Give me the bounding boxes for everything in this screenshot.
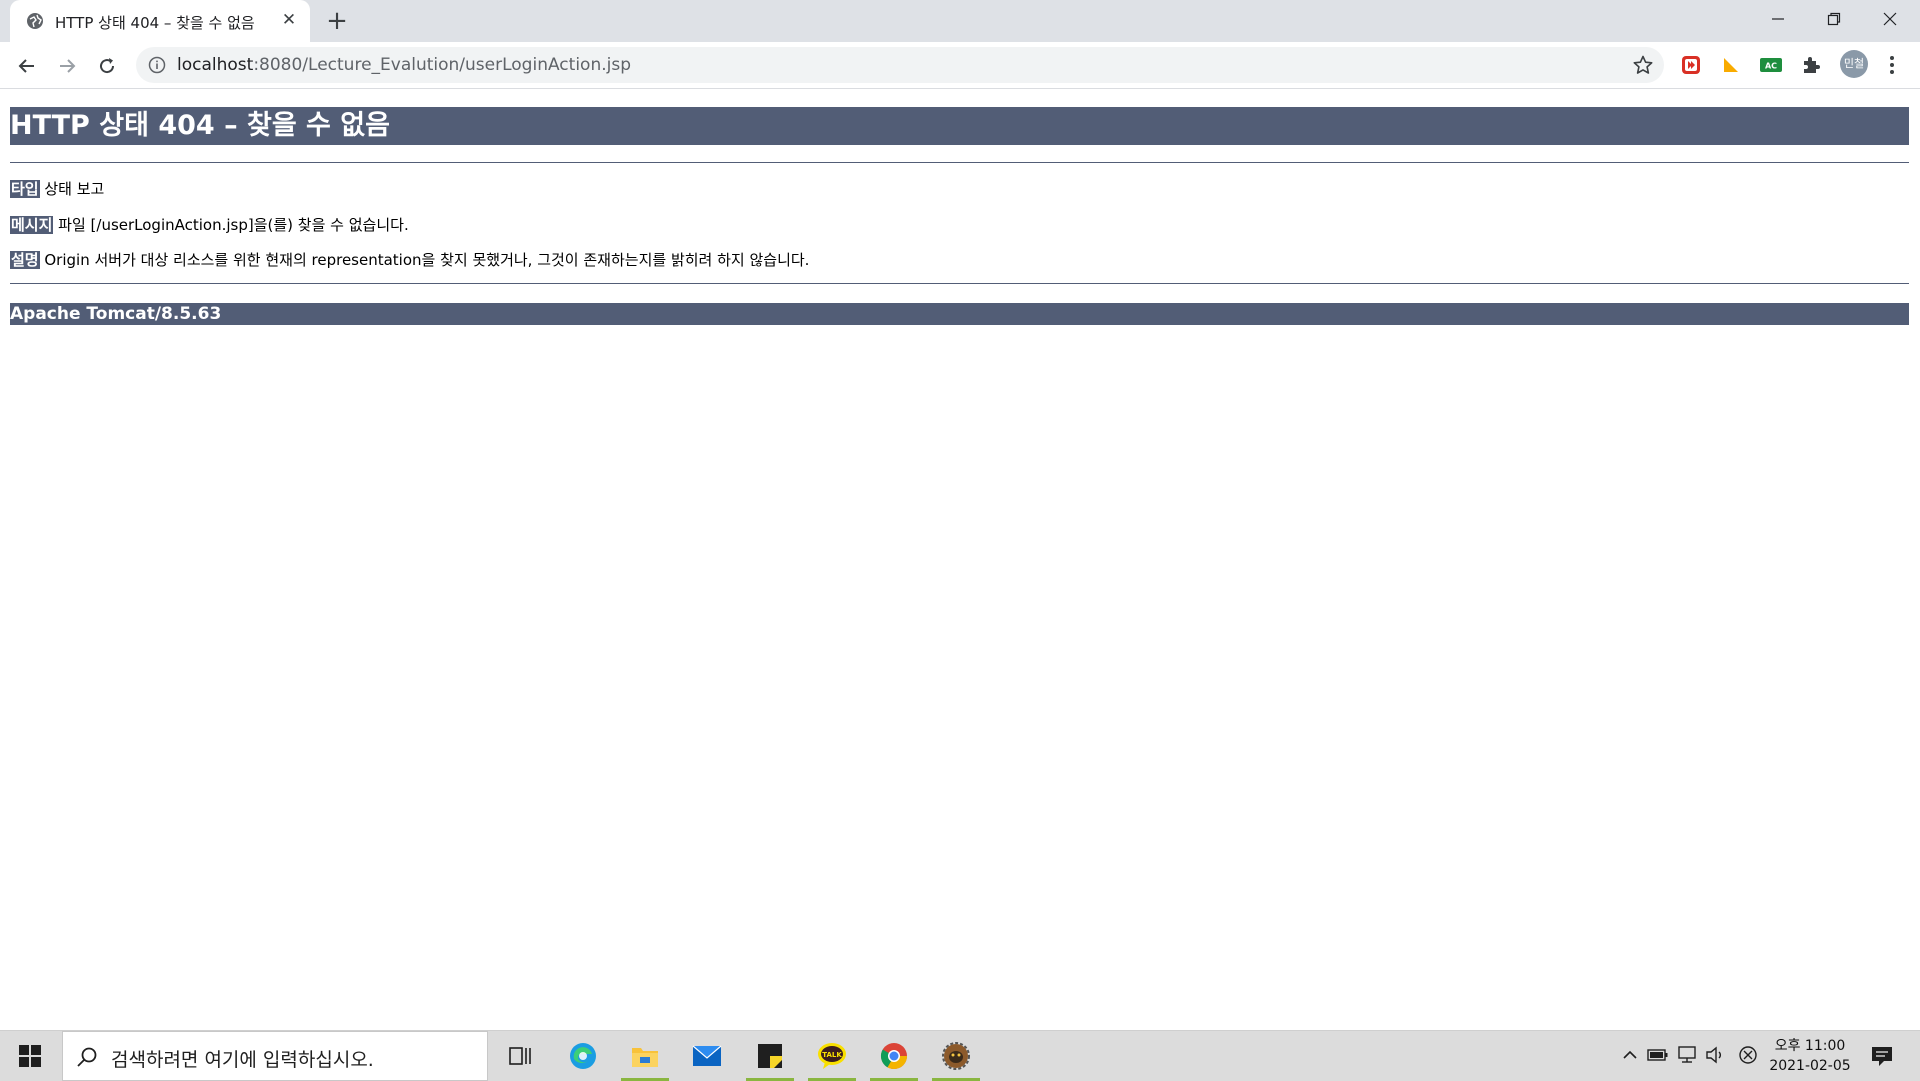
arrow-left-icon [18,59,34,73]
taskbar-search[interactable]: 검색하려면 여기에 입력하십시오. [62,1031,488,1081]
extension-red-icon[interactable] [1680,54,1702,76]
type-value: 상태 보고 [39,180,105,198]
arrow-right-icon [60,59,76,73]
volume-icon[interactable] [1704,1043,1728,1067]
chevron-up-icon[interactable] [1618,1043,1642,1067]
message-value: 파일 [/userLoginAction.jsp]을(를) 찾을 수 없습니다. [53,216,409,234]
browser-tab-bar: HTTP 상태 404 – 찾을 수 없음 ✕ + [0,0,1920,42]
description-label: 설명 [10,251,40,269]
taskbar: 검색하려면 여기에 입력하십시오. TALK 오후 11:00 2021-02-… [0,1030,1920,1081]
close-window-icon [1883,12,1897,26]
address-bar[interactable]: localhost:8080/Lecture_Evalution/userLog… [136,47,1664,83]
info-icon[interactable] [148,56,166,74]
url-host: localhost [177,55,254,75]
bookmark-star-icon[interactable] [1632,54,1654,76]
new-tab-button[interactable]: + [323,8,351,36]
svg-text:TALK: TALK [822,1051,842,1059]
search-placeholder: 검색하려면 여기에 입력하십시오. [111,1049,374,1071]
message-row: 메시지 파일 [/userLoginAction.jsp]을(를) 찾을 수 없… [10,214,409,235]
taskbar-mail[interactable] [680,1031,734,1081]
browser-tab-active[interactable]: HTTP 상태 404 – 찾을 수 없음 ✕ [10,0,310,42]
system-clock[interactable]: 오후 11:00 2021-02-05 [1758,1036,1862,1076]
task-view-icon [509,1047,531,1065]
browser-toolbar: localhost:8080/Lecture_Evalution/userLog… [0,42,1920,89]
tomcat-icon [942,1042,970,1070]
forward-button[interactable] [52,51,82,81]
divider [10,162,1909,163]
windows-logo-icon [19,1045,41,1067]
error-page: HTTP 상태 404 – 찾을 수 없음 타입 상태 보고 메시지 파일 [/… [10,107,1909,325]
clock-time: 오후 11:00 [1774,1038,1846,1054]
task-view-button[interactable] [493,1031,547,1081]
restore-icon [1827,12,1841,26]
type-row: 타입 상태 보고 [10,178,104,199]
taskbar-chrome[interactable] [867,1031,921,1081]
kakaotalk-icon: TALK [818,1043,846,1069]
reload-button[interactable] [92,51,122,81]
url-path: :8080/Lecture_Evalution/userLoginAction.… [253,55,631,75]
sticky-note-icon [758,1044,782,1068]
description-row: 설명 Origin 서버가 대상 리소스를 위한 현재의 representat… [10,249,809,270]
server-version: Apache Tomcat/8.5.63 [10,303,1909,325]
profile-avatar[interactable]: 민철 [1840,50,1868,78]
more-vert-icon[interactable] [1882,54,1902,76]
extension-badge: AC [1765,62,1777,71]
chrome-icon [880,1043,908,1070]
close-icon[interactable]: ✕ [278,9,300,31]
taskbar-sticky-notes[interactable] [743,1031,797,1081]
taskbar-edge[interactable] [556,1031,610,1081]
disabled-status-icon[interactable] [1736,1043,1760,1067]
description-value: Origin 서버가 대상 리소스를 위한 현재의 representation… [39,251,810,269]
extension-ac-icon[interactable]: AC [1760,54,1782,76]
back-button[interactable] [12,51,42,81]
url-text[interactable]: localhost:8080/Lecture_Evalution/userLog… [177,55,631,75]
page-title: HTTP 상태 404 – 찾을 수 없음 [10,107,1909,145]
taskbar-kakaotalk[interactable]: TALK [805,1031,859,1081]
taskbar-file-explorer[interactable] [618,1031,672,1081]
taskbar-tomcat[interactable] [929,1031,983,1081]
notification-icon[interactable] [1868,1043,1896,1069]
battery-icon[interactable] [1646,1043,1670,1067]
extension-yellow-icon[interactable] [1720,54,1742,76]
message-label: 메시지 [10,216,54,234]
edge-icon [570,1043,596,1069]
start-button[interactable] [0,1031,60,1081]
puzzle-icon[interactable] [1800,54,1822,76]
tab-title: HTTP 상태 404 – 찾을 수 없음 [55,14,255,32]
restore-button[interactable] [1806,0,1862,38]
reload-icon [100,58,115,74]
globe-icon [26,12,44,30]
minimize-button[interactable] [1750,0,1806,38]
search-icon [75,1045,99,1069]
network-icon[interactable] [1675,1043,1699,1067]
folder-icon [632,1048,658,1067]
close-window-button[interactable] [1862,0,1918,38]
divider [10,283,1909,284]
minimize-icon [1772,18,1784,20]
type-label: 타입 [10,180,40,198]
mail-icon [692,1045,722,1066]
clock-date: 2021-02-05 [1769,1058,1851,1074]
